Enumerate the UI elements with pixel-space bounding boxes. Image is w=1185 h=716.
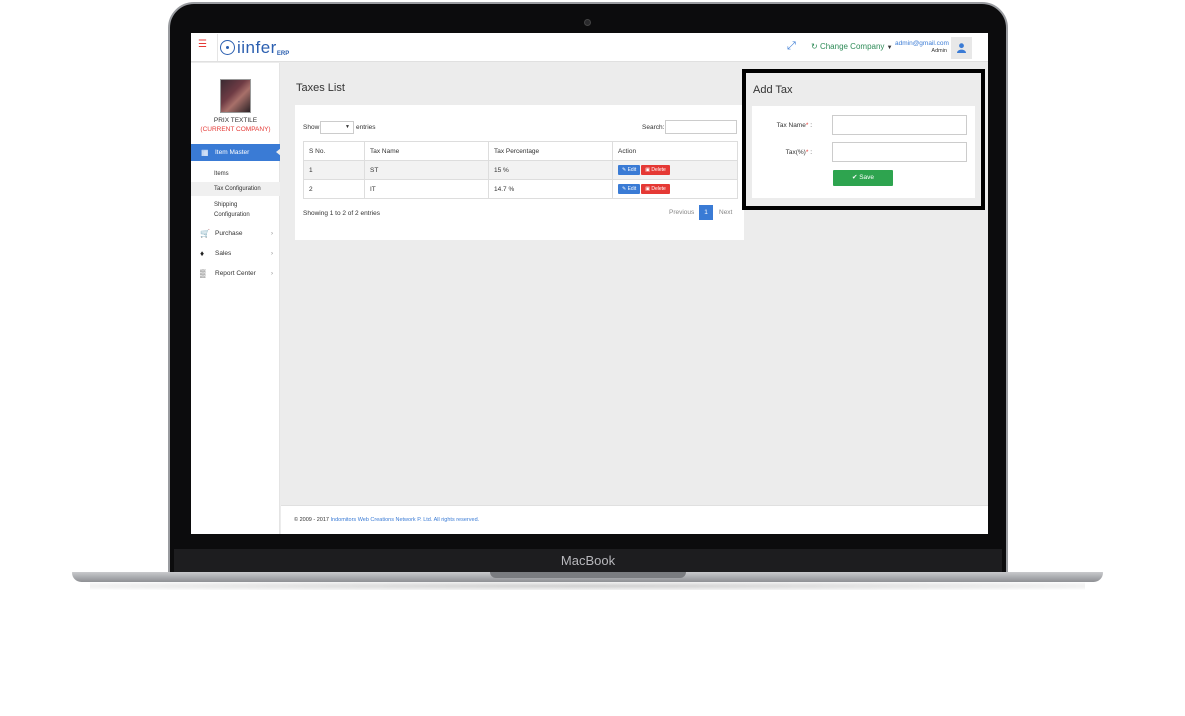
tax-name-input[interactable] [832,115,967,135]
caret-down-icon: ▼ [886,45,893,51]
entries-label: entries [356,124,376,131]
column-header-tax-percentage[interactable]: Tax Percentage [488,141,613,161]
sidebar-subitem-shipping[interactable]: Shipping [191,200,280,210]
tags-icon: ♦ [200,249,205,258]
cell-tax-name: ST [364,160,489,180]
sidebar: PRIX TEXTILE (CURRENT COMPANY) ▦ Item Ma… [191,63,281,534]
chevron-right-icon: › [271,271,273,277]
sidebar-item-label: Sales [215,250,232,257]
taxes-list-panel: Show ▼ entries Search: S No. Tax Name Ta… [295,105,744,240]
edit-button[interactable]: ✎ Edit [618,165,641,175]
page-title: Taxes List [296,82,345,94]
label-colon: : [810,149,812,156]
sidebar-item-label: Item Master [215,149,250,156]
laptop-notch [490,572,686,578]
pagination-previous[interactable]: Previous [669,209,694,216]
save-button[interactable]: ✔ Save [833,170,893,186]
column-header-sno[interactable]: S No. [303,141,365,161]
sidebar-item-purchase[interactable]: 🛒 Purchase › [191,226,280,242]
pagination-next[interactable]: Next [719,209,732,216]
cell-tax-name: IT [364,179,489,199]
logo-ring-icon [220,40,235,55]
sidebar-item-label: Report Center [215,270,256,277]
delete-label: Delete [651,186,666,192]
company-name: PRIX TEXTILE [213,117,258,124]
sidebar-subitem-tax-configuration[interactable]: Tax Configuration [191,182,280,196]
tax-percent-label-text: Tax(%) [785,149,806,156]
tax-percent-input[interactable] [832,142,967,162]
app-screen: ☰ iinfer ERP ⤢ ↻ Change Company ▼ admin@… [191,33,988,534]
logo-subtitle: ERP [276,51,290,57]
pagination-page[interactable]: 1 [699,205,713,220]
sidebar-subitem-items[interactable]: Items [191,167,280,181]
cell-sno: 1 [303,160,365,180]
sidebar-item-item-master[interactable]: ▦ Item Master [191,144,281,161]
search-label: Search: [642,124,665,131]
delete-button[interactable]: ▣ Delete [641,184,670,194]
chevron-right-icon: › [271,251,273,257]
app-logo[interactable]: iinfer ERP [217,34,289,61]
user-email[interactable]: admin@gmail.com [895,40,949,47]
table-row: 1 ST 15 % ✎ Edit ▣ Delete [303,160,738,180]
device-label: MacBook [174,549,1002,573]
hamburger-icon[interactable]: ☰ [198,40,207,50]
show-label: Show [303,124,320,131]
expand-icon[interactable]: ⤢ [787,40,796,53]
page-length-select[interactable]: ▼ [320,121,354,134]
cell-actions: ✎ Edit ▣ Delete [612,179,738,199]
footer-company-link[interactable]: Indomitors Web Creations Network P. Ltd.… [330,517,479,523]
sidebar-item-report-center[interactable]: ▒ Report Center › [191,266,280,282]
gift-icon: ▦ [201,148,209,157]
chevron-right-icon: › [271,231,273,237]
delete-label: Delete [651,167,666,173]
table-info: Showing 1 to 2 of 2 entries [303,210,380,217]
required-mark: * [805,122,809,129]
edit-label: Edit [627,167,637,173]
change-company-dropdown[interactable]: ↻ Change Company ▼ [811,42,893,51]
footer-copyright: © 2009 - 2017 [294,517,329,523]
top-bar: ☰ iinfer ERP ⤢ ↻ Change Company ▼ admin@… [191,33,988,62]
add-tax-highlight: Add Tax Tax Name* : Tax(%)* : ✔ Save [742,69,985,210]
laptop-shadow [90,582,1085,590]
logo-text: iinfer [237,37,277,57]
sidebar-subitem-shipping-configuration[interactable]: Configuration [191,210,280,220]
user-icon [957,43,966,53]
cell-sno: 2 [303,179,365,199]
tax-name-label: Tax Name* : [752,122,812,129]
cell-actions: ✎ Edit ▣ Delete [612,160,738,180]
user-avatar-button[interactable] [951,37,972,59]
edit-label: Edit [627,186,637,192]
refresh-icon: ↻ [811,42,818,51]
table-header-row: S No. Tax Name Tax Percentage Action [303,141,738,161]
delete-button[interactable]: ▣ Delete [641,165,670,175]
edit-button[interactable]: ✎ Edit [618,184,641,194]
column-header-tax-name[interactable]: Tax Name [364,141,489,161]
required-mark: * [805,149,809,156]
column-header-action: Action [612,141,738,161]
footer: © 2009 - 2017 Indomitors Web Creations N… [281,505,988,534]
cell-tax-percentage: 15 % [488,160,613,180]
taxes-table: S No. Tax Name Tax Percentage Action 1 S… [303,141,738,199]
bar-chart-icon: ▒ [200,269,206,278]
cell-tax-percentage: 14.7 % [488,179,613,199]
label-colon: : [810,122,812,129]
change-company-label: Change Company [819,42,885,51]
table-row: 2 IT 14.7 % ✎ Edit ▣ Delete [303,179,738,199]
tax-percent-label: Tax(%)* : [752,149,812,156]
sidebar-item-sales[interactable]: ♦ Sales › [191,246,280,262]
camera-icon [584,19,591,26]
sidebar-item-label: Purchase [215,230,243,237]
add-tax-title: Add Tax [753,84,793,96]
cart-icon: 🛒 [200,229,210,238]
user-role: Admin [931,48,947,54]
company-tag: (CURRENT COMPANY) [200,126,271,133]
save-label: Save [859,174,875,181]
search-input[interactable] [665,120,737,134]
tax-name-label-text: Tax Name [776,122,806,129]
add-tax-form: Tax Name* : Tax(%)* : ✔ Save [752,106,975,198]
company-avatar [220,79,251,113]
